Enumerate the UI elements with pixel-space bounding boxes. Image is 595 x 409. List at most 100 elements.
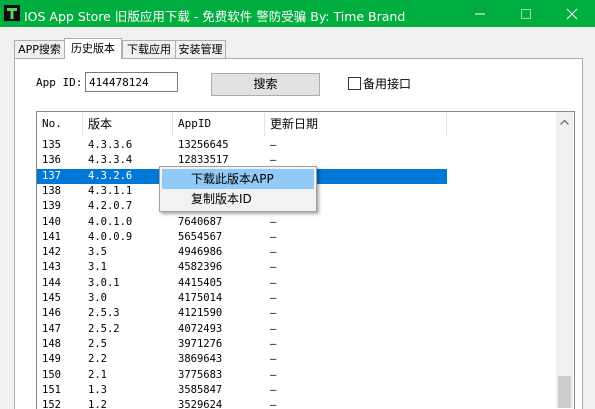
table-row[interactable]: 146 2.5.3 4121590 – <box>37 306 447 321</box>
cell-version: 3.1 <box>88 261 107 274</box>
cell-version: 4.0.1.0 <box>88 215 133 228</box>
table-row[interactable]: 149 2.2 3869643 – <box>37 352 447 367</box>
cell-no: 142 <box>42 246 61 259</box>
cell-version: 3.0.1 <box>88 276 120 289</box>
cell-no: 143 <box>42 261 61 274</box>
menu-item-label: 下载此版本APP <box>191 172 274 186</box>
cell-no: 146 <box>42 307 61 320</box>
cell-update-date: – <box>270 368 277 381</box>
context-menu: 下载此版本APP 复制版本ID <box>159 166 317 212</box>
table-row[interactable]: 144 3.0.1 4415405 – <box>37 276 447 291</box>
cell-no: 137 <box>42 169 61 182</box>
table-row[interactable]: 151 1.3 3585847 – <box>37 383 447 398</box>
backup-api-label: 备用接口 <box>363 77 412 91</box>
cell-appid: 5654567 <box>178 230 223 243</box>
cell-appid: 13256645 <box>178 139 229 151</box>
cell-appid: 3971276 <box>178 337 223 350</box>
vertical-scrollbar[interactable] <box>556 112 573 408</box>
table-row[interactable]: 148 2.5 3971276 – <box>37 337 447 352</box>
maximize-icon <box>521 9 531 19</box>
cell-no: 145 <box>42 292 61 304</box>
tab-history-versions[interactable]: 历史版本 <box>64 38 122 59</box>
cell-appid: 3775683 <box>178 368 223 381</box>
table-row[interactable]: 150 2.1 3775683 – <box>37 368 447 383</box>
table-row[interactable]: 143 3.1 4582396 – <box>37 260 447 275</box>
cell-version: 2.1 <box>88 368 107 381</box>
close-icon <box>566 8 578 20</box>
table-row[interactable]: 147 2.5.2 4072493 – <box>37 322 447 337</box>
cell-appid: 4582396 <box>178 261 223 274</box>
cell-version: 4.2.0.7 <box>88 200 133 213</box>
cell-update-date: – <box>270 261 277 274</box>
column-header-no[interactable]: No. <box>37 112 83 136</box>
table-row[interactable]: 135 4.3.3.6 13256645 – <box>37 138 447 153</box>
menu-item-download-version[interactable]: 下载此版本APP <box>162 169 314 189</box>
cell-update-date: – <box>270 353 277 366</box>
scrollbar-thumb[interactable] <box>558 376 571 408</box>
cell-appid: 4946986 <box>178 246 223 259</box>
cell-version: 2.5.3 <box>88 307 120 320</box>
cell-update-date: – <box>270 322 277 335</box>
cell-no: 151 <box>42 383 61 396</box>
cell-update-date: – <box>270 230 277 243</box>
cell-version: 2.5 <box>88 337 107 350</box>
cell-version: 4.3.2.6 <box>88 169 133 182</box>
column-header-appid[interactable]: AppID <box>173 112 265 136</box>
menu-item-copy-version-id[interactable]: 复制版本ID <box>162 189 314 209</box>
cell-version: 4.0.0.9 <box>88 230 133 243</box>
tab-download-app[interactable]: 下载应用 <box>122 40 176 58</box>
column-header-update-date[interactable]: 更新日期 <box>265 112 447 136</box>
search-button[interactable]: 搜索 <box>211 73 320 96</box>
cell-appid: 3529624 <box>178 399 223 409</box>
maximize-button[interactable] <box>503 0 549 27</box>
cell-no: 149 <box>42 353 61 366</box>
table-row[interactable]: 141 4.0.0.9 5654567 – <box>37 230 447 245</box>
close-button[interactable] <box>549 0 595 27</box>
window-title: IOS App Store 旧版应用下载 - 免费软件 警防受骗 By: Tim… <box>24 9 406 24</box>
cell-update-date: – <box>270 383 277 396</box>
version-list[interactable]: No. 版本 AppID 更新日期 135 4.3.3.6 13256645 – 136… <box>36 111 575 409</box>
cell-version: 4.3.3.4 <box>88 154 133 167</box>
title-bar: IOS App Store 旧版应用下载 - 免费软件 警防受骗 By: Tim… <box>0 0 595 27</box>
cell-appid: 4121590 <box>178 307 223 320</box>
cell-version: 1.2 <box>88 399 107 409</box>
minimize-button[interactable] <box>457 0 503 27</box>
cell-version: 3.5 <box>88 246 107 259</box>
table-row[interactable]: 142 3.5 4946986 – <box>37 245 447 260</box>
cell-update-date: – <box>270 276 277 289</box>
tab-app-search[interactable]: APP搜索 <box>14 40 65 58</box>
minimize-icon <box>475 13 485 15</box>
cell-no: 136 <box>42 154 61 167</box>
backup-api-checkbox[interactable] <box>348 77 361 90</box>
cell-version: 4.3.3.6 <box>88 139 133 151</box>
table-row[interactable]: 140 4.0.1.0 7640687 – <box>37 215 447 230</box>
table-row[interactable]: 145 3.0 4175014 – <box>37 291 447 306</box>
cell-no: 138 <box>42 184 61 197</box>
cell-no: 139 <box>42 200 61 213</box>
cell-version: 4.3.1.1 <box>88 184 133 197</box>
cell-appid: 7640687 <box>178 215 223 228</box>
cell-update-date: – <box>270 139 277 151</box>
cell-update-date: – <box>270 292 277 304</box>
cell-no: 152 <box>42 399 61 409</box>
table-row[interactable]: 152 1.2 3529624 – <box>37 398 447 409</box>
cell-update-date: – <box>270 399 277 409</box>
cell-update-date: – <box>270 246 277 259</box>
menu-item-label: 复制版本ID <box>191 192 252 206</box>
cell-version: 2.2 <box>88 353 107 366</box>
cell-no: 140 <box>42 215 61 228</box>
app-logo-icon <box>4 5 20 21</box>
app-id-input[interactable]: 414478124 <box>85 72 178 92</box>
cell-no: 135 <box>42 139 61 151</box>
cell-appid: 3869643 <box>178 353 223 366</box>
cell-version: 3.0 <box>88 292 107 304</box>
cell-appid: 3585847 <box>178 383 223 396</box>
cell-no: 148 <box>42 337 61 350</box>
cell-update-date: – <box>270 307 277 320</box>
cell-appid: 4072493 <box>178 322 223 335</box>
scroll-up-arrow-icon[interactable] <box>560 119 569 125</box>
tab-install-manager[interactable]: 安装管理 <box>175 40 226 58</box>
column-header-version[interactable]: 版本 <box>83 112 173 136</box>
cell-appid: 4175014 <box>178 292 223 304</box>
cell-appid: 4415405 <box>178 276 223 289</box>
